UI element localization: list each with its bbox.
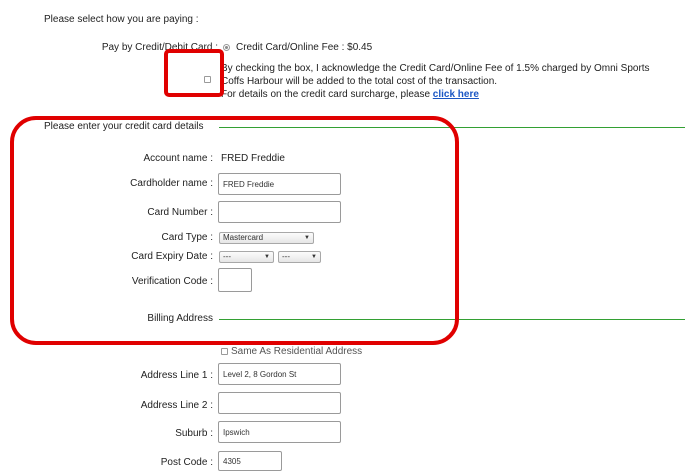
address-line-2-input[interactable] bbox=[218, 392, 341, 414]
post-code-label: Post Code : bbox=[160, 457, 213, 468]
card-details-highlight-annotation bbox=[10, 116, 459, 345]
address-line-1-label: Address Line 1 : bbox=[140, 370, 213, 381]
payment-heading: Please select how you are paying : bbox=[44, 14, 199, 25]
fee-acknowledge-text: By checking the box, I acknowledge the C… bbox=[221, 62, 650, 101]
ack-line-3: For details on the credit card surcharge… bbox=[221, 88, 650, 101]
credit-card-radio[interactable] bbox=[223, 44, 230, 51]
same-as-residential-checkbox[interactable] bbox=[221, 348, 228, 355]
suburb-input[interactable] bbox=[218, 421, 341, 443]
surcharge-details-link[interactable]: click here bbox=[433, 89, 479, 100]
post-code-input[interactable] bbox=[218, 451, 282, 471]
address-line-1-input[interactable] bbox=[218, 363, 341, 385]
ack-line-3-text: For details on the credit card surcharge… bbox=[221, 89, 430, 100]
same-as-residential-label: Same As Residential Address bbox=[231, 346, 363, 357]
checkbox-highlight-annotation bbox=[164, 49, 224, 97]
ack-line-2: Coffs Harbour will be added to the total… bbox=[221, 76, 498, 87]
address-line-2-label: Address Line 2 : bbox=[140, 400, 213, 411]
suburb-label: Suburb : bbox=[175, 428, 213, 439]
credit-card-option-label: Credit Card/Online Fee : $0.45 bbox=[236, 42, 373, 53]
ack-line-1: By checking the box, I acknowledge the C… bbox=[221, 63, 650, 74]
